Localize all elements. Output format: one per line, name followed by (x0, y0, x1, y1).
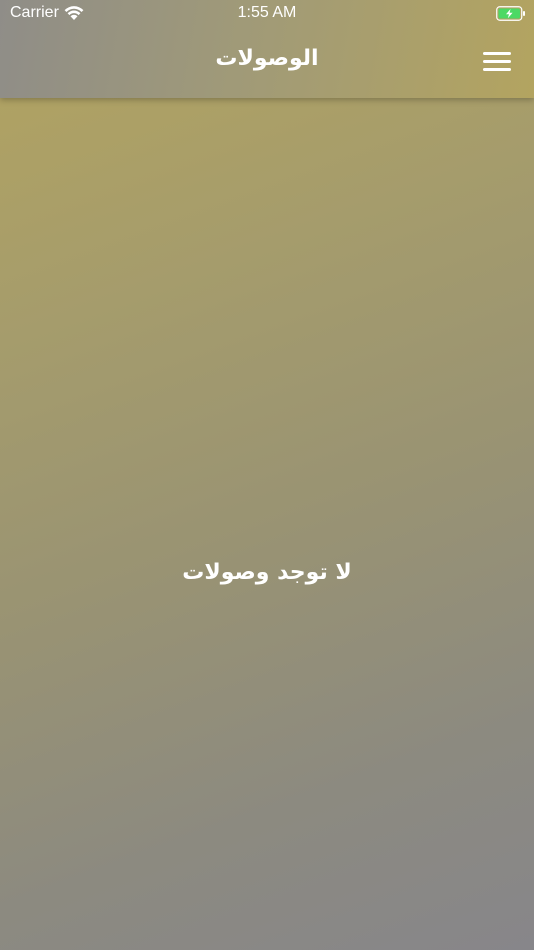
hamburger-menu-icon-bar (483, 68, 511, 71)
hamburger-menu-icon-bar (483, 60, 511, 63)
battery-charging-icon (496, 6, 525, 21)
page-title: الوصولات (215, 46, 319, 71)
top-bar: Carrier 1:55 AM الوصولات (0, 0, 534, 98)
status-bar: Carrier 1:55 AM (0, 0, 534, 28)
status-time: 1:55 AM (237, 4, 297, 21)
menu-button[interactable] (480, 48, 514, 76)
empty-state-message: لا توجد وصولات (182, 560, 352, 585)
hamburger-menu-icon (483, 52, 511, 55)
